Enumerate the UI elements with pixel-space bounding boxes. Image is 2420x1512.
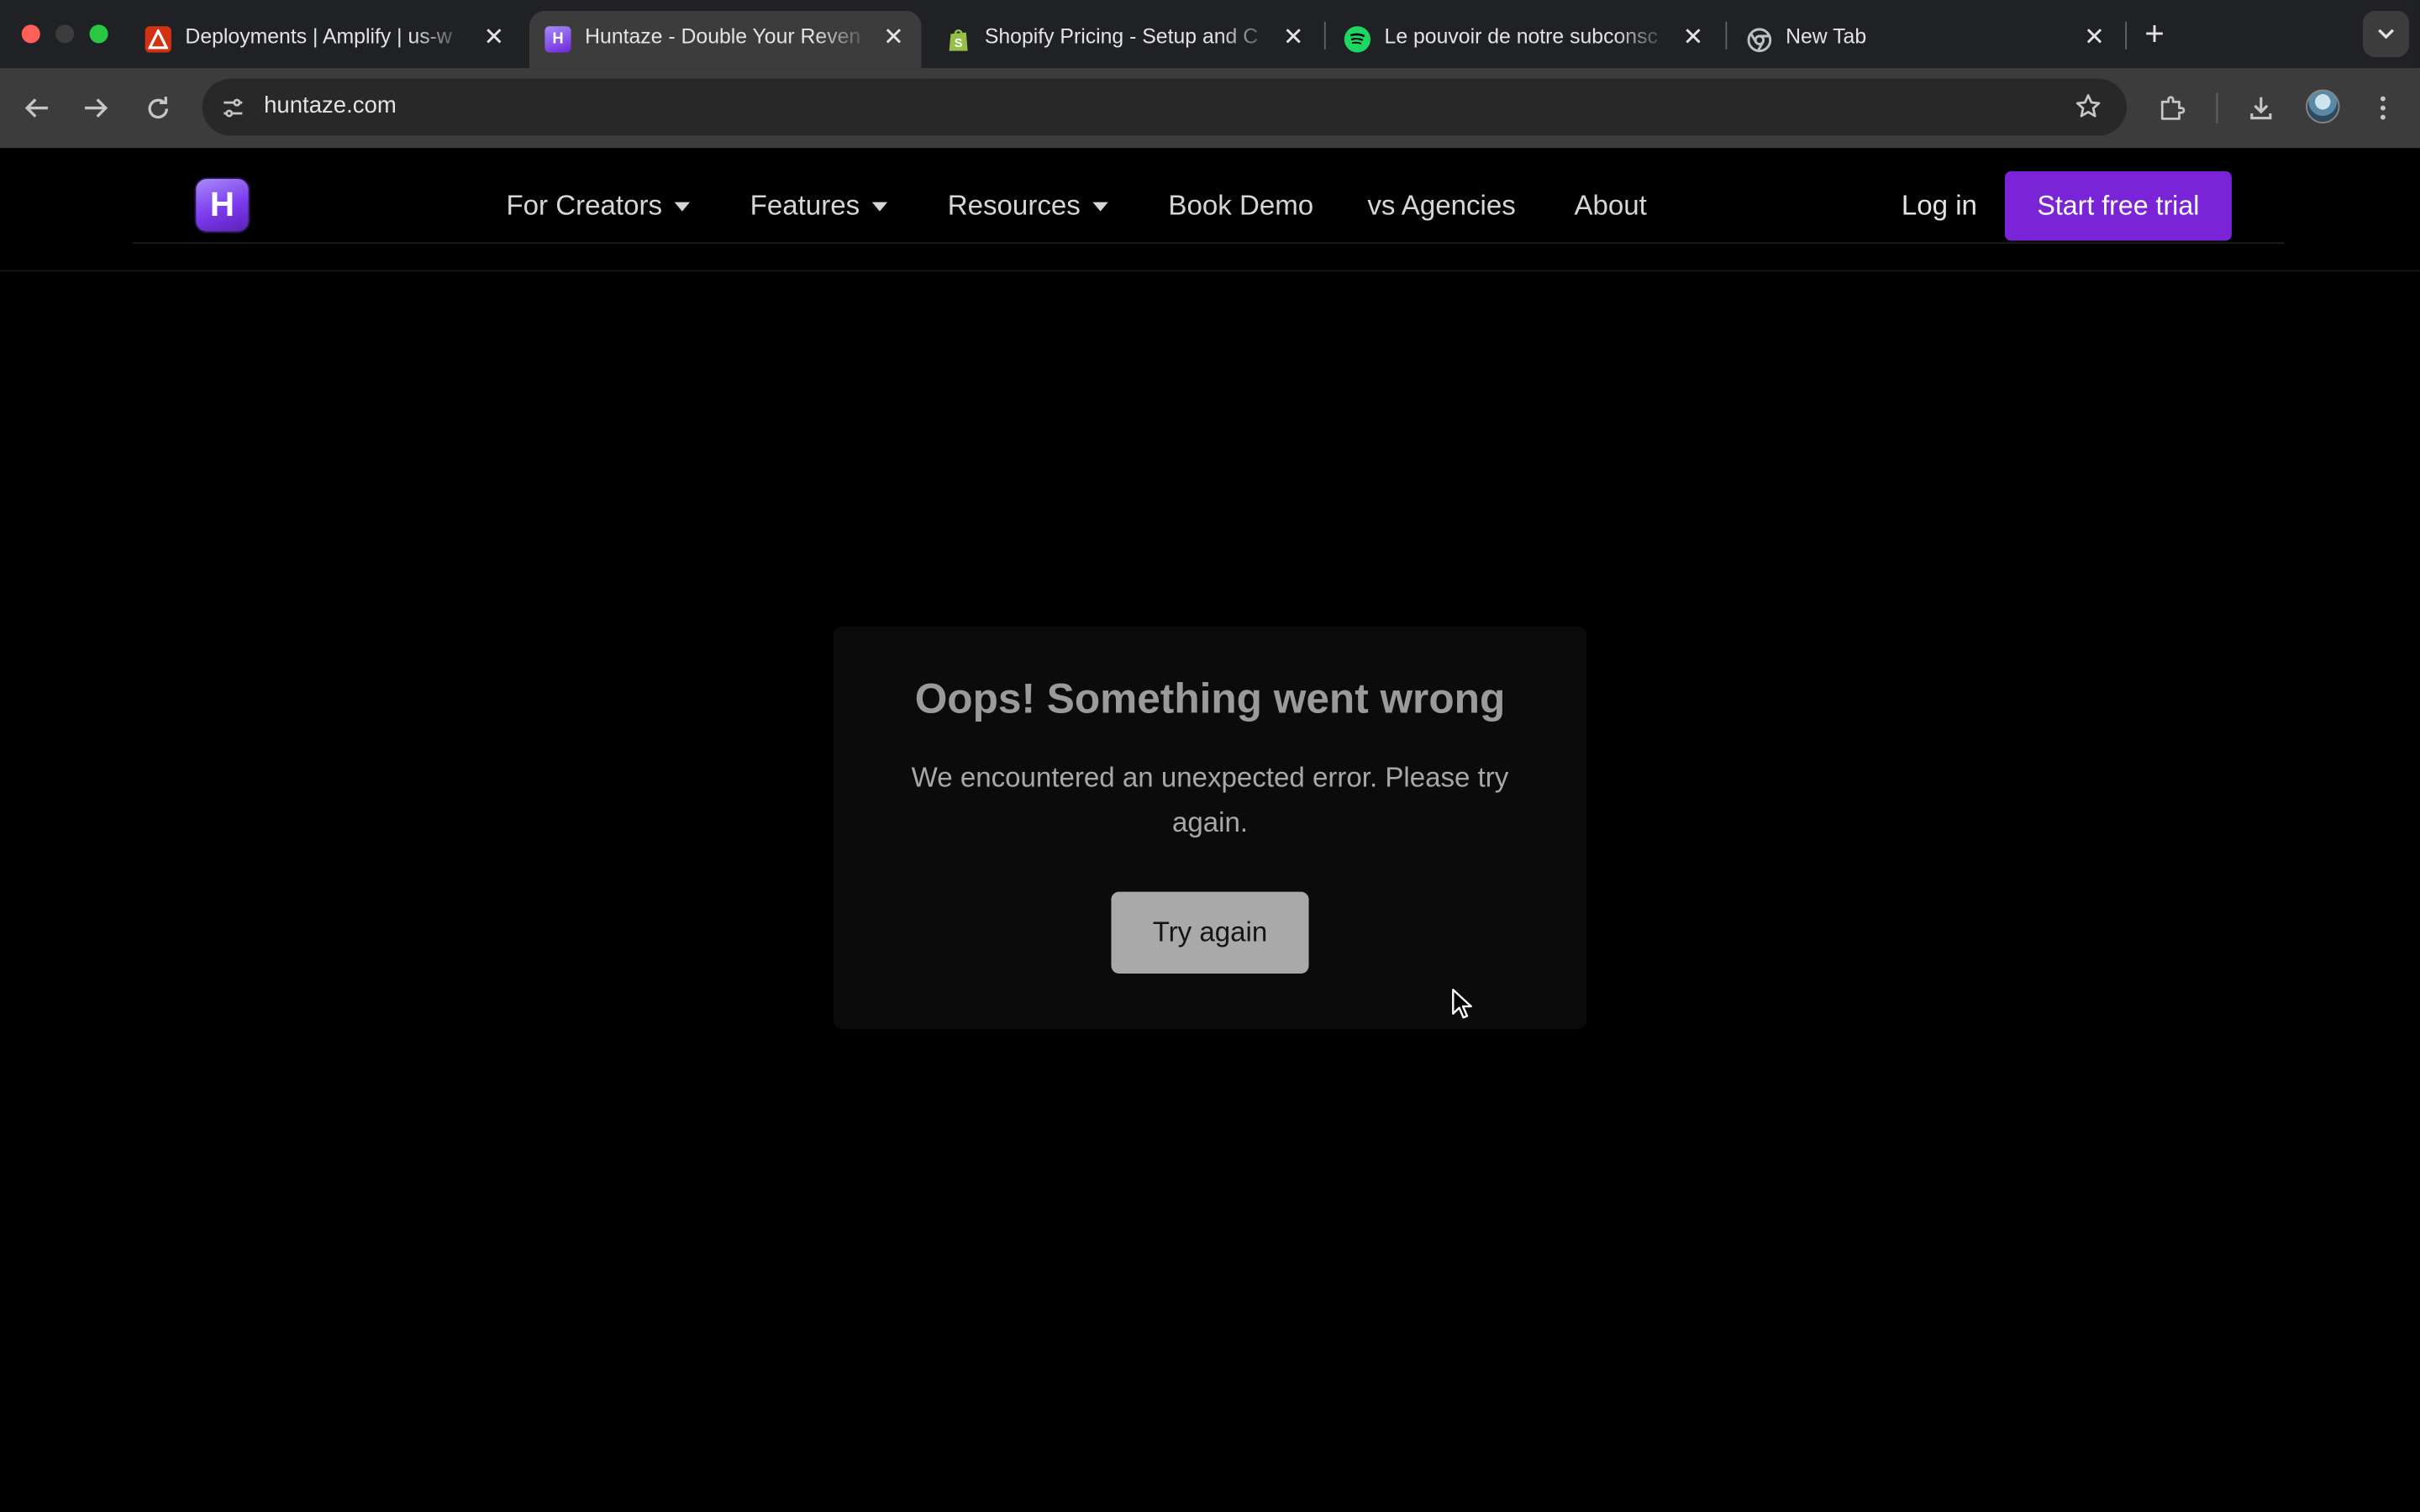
shopify-icon: S xyxy=(944,26,971,52)
tab-title: Huntaze - Double Your Reven xyxy=(585,24,861,48)
arrow-right-icon xyxy=(85,98,108,118)
bookmark-star-icon[interactable] xyxy=(2071,90,2105,123)
download-icon xyxy=(2250,97,2272,120)
reload-button[interactable] xyxy=(136,87,179,129)
tab-search-button[interactable] xyxy=(2363,10,2410,57)
login-link[interactable]: Log in xyxy=(1902,190,1977,223)
huntaze-logo[interactable]: H xyxy=(196,179,249,232)
browser-tab-huntaze[interactable]: H Huntaze - Double Your Reven ✕ xyxy=(529,10,922,68)
tab-title: Deployments | Amplify | us-w xyxy=(185,24,452,48)
caret-down-icon xyxy=(674,201,691,211)
url-text: huntaze.com xyxy=(264,92,397,119)
nav-book-demo[interactable]: Book Demo xyxy=(1168,190,1313,223)
tab-close-icon[interactable]: ✕ xyxy=(478,24,509,55)
window-zoom-button[interactable] xyxy=(89,24,108,44)
nav-label: vs Agencies xyxy=(1367,189,1516,221)
tab-title: New Tab xyxy=(1786,24,1867,48)
mouse-cursor-icon xyxy=(1452,989,1472,1019)
tab-close-icon[interactable]: ✕ xyxy=(2079,24,2110,55)
toolbar-separator xyxy=(2216,92,2218,123)
downloads-button[interactable] xyxy=(2239,87,2282,129)
reload-icon xyxy=(147,96,168,118)
nav-label: Resources xyxy=(947,189,1081,221)
tab-separator xyxy=(1725,21,1728,50)
site-header: H For Creators Features Resources Book D… xyxy=(132,148,2285,244)
svg-text:S: S xyxy=(954,37,962,50)
spotify-icon xyxy=(1344,26,1371,53)
tab-close-icon[interactable]: ✕ xyxy=(878,24,909,55)
nav-label: Features xyxy=(750,189,860,221)
chrome-icon xyxy=(1745,26,1771,52)
tab-strip: Deployments | Amplify | us-w ✕ H Huntaze… xyxy=(0,0,2420,68)
tab-separator xyxy=(2125,21,2128,50)
tab-title: Le pouvoir de notre subconsc xyxy=(1384,24,1658,48)
address-bar[interactable]: huntaze.com xyxy=(202,78,2128,136)
browser-tab-new[interactable]: New Tab ✕ xyxy=(1730,11,2125,68)
tab-title: Shopify Pricing - Setup and C xyxy=(984,24,1259,48)
browser-tab-shopify[interactable]: S Shopify Pricing - Setup and C ✕ xyxy=(929,11,1324,68)
window-minimize-button[interactable] xyxy=(55,24,75,44)
web-page: H For Creators Features Resources Book D… xyxy=(0,148,2420,1512)
forward-button[interactable] xyxy=(74,87,117,129)
tab-close-icon[interactable]: ✕ xyxy=(1278,24,1309,55)
nav-label: About xyxy=(1574,189,1647,221)
error-message: We encountered an unexpected error. Plea… xyxy=(911,762,1509,838)
site-info-icon[interactable] xyxy=(212,87,255,129)
nav-vs-agencies[interactable]: vs Agencies xyxy=(1367,190,1515,223)
tab-separator xyxy=(1323,21,1326,50)
nav-resources[interactable]: Resources xyxy=(948,190,1108,223)
caret-down-icon xyxy=(871,201,888,211)
nav-features[interactable]: Features xyxy=(750,190,888,223)
nav-for-creators[interactable]: For Creators xyxy=(506,189,691,223)
kebab-menu-icon xyxy=(2380,96,2386,120)
browser-menu-button[interactable] xyxy=(2361,87,2404,129)
start-free-trial-button[interactable]: Start free trial xyxy=(2004,171,2232,241)
browser-toolbar: huntaze.com xyxy=(0,67,2420,149)
error-title: Oops! Something went wrong xyxy=(914,675,1506,722)
tab-close-icon[interactable]: ✕ xyxy=(1678,24,1709,55)
try-again-button[interactable]: Try again xyxy=(1111,891,1309,974)
aws-amplify-icon xyxy=(145,26,171,53)
profile-avatar[interactable] xyxy=(2306,89,2340,123)
new-tab-button[interactable]: + xyxy=(2136,14,2173,52)
extensions-button[interactable] xyxy=(2150,87,2193,129)
nav-label: Book Demo xyxy=(1168,189,1314,221)
back-button[interactable] xyxy=(15,87,58,129)
chevron-down-icon xyxy=(2378,29,2395,39)
puzzle-icon xyxy=(2160,96,2186,120)
window-close-button[interactable] xyxy=(21,24,40,44)
huntaze-icon: H xyxy=(544,26,571,53)
browser-tab-spotify[interactable]: Le pouvoir de notre subconsc ✕ xyxy=(1328,11,1723,68)
nav-about[interactable]: About xyxy=(1574,190,1646,223)
nav-label: For Creators xyxy=(506,189,663,221)
caret-down-icon xyxy=(1092,201,1108,211)
arrow-left-icon xyxy=(24,98,48,118)
browser-window: Deployments | Amplify | us-w ✕ H Huntaze… xyxy=(0,0,2420,1512)
header-divider xyxy=(0,270,2420,272)
error-card: Oops! Something went wrong We encountere… xyxy=(833,626,1587,1030)
browser-tab-amplify[interactable]: Deployments | Amplify | us-w ✕ xyxy=(129,11,528,68)
